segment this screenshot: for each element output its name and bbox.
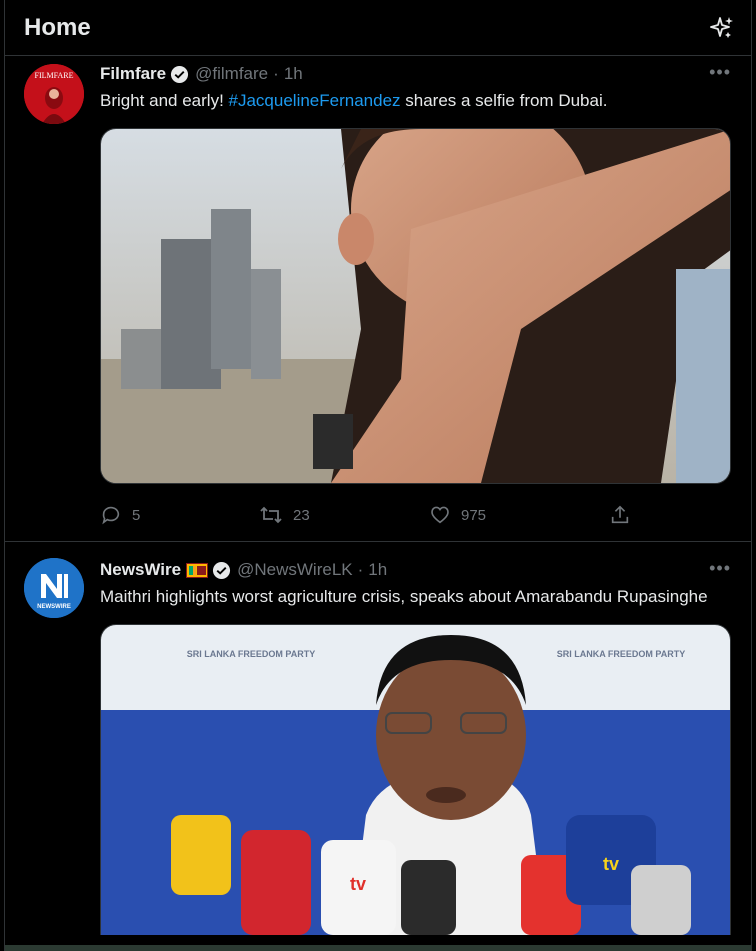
tweet-newswire[interactable]: NEWSWIRE NewsWire @NewsWireLK · 1h ••• M… bbox=[5, 542, 751, 951]
more-icon[interactable]: ••• bbox=[709, 62, 731, 83]
avatar-text: NEWSWIRE bbox=[37, 604, 71, 610]
tweet-meta: NewsWire @NewsWireLK · 1h ••• bbox=[100, 558, 731, 580]
verified-icon bbox=[212, 561, 231, 580]
author-handle[interactable]: @NewsWireLK bbox=[237, 560, 353, 580]
more-icon[interactable]: ••• bbox=[709, 558, 731, 579]
author-name[interactable]: NewsWire bbox=[100, 560, 181, 580]
tweet-time[interactable]: 1h bbox=[368, 560, 387, 580]
backdrop-text: SRI LANKA FREEDOM PARTY bbox=[557, 649, 686, 659]
tweet-text: Maithri highlights worst agriculture cri… bbox=[100, 587, 708, 606]
author-name[interactable]: Filmfare bbox=[100, 64, 166, 84]
tweet-image[interactable] bbox=[100, 128, 731, 484]
tweet-text: Bright and early! #JacquelineFernandez s… bbox=[100, 91, 608, 110]
hashtag-link[interactable]: #JacquelineFernandez bbox=[229, 91, 401, 110]
tweet-filmfare[interactable]: FILMFARE Filmfare @filmfare · 1h ••• Bri… bbox=[5, 56, 751, 542]
retweet-button[interactable]: 23 bbox=[259, 504, 429, 526]
like-count: 975 bbox=[461, 506, 487, 524]
avatar-text: FILMFARE bbox=[35, 71, 74, 80]
reply-icon bbox=[102, 506, 120, 525]
like-button[interactable]: 975 bbox=[429, 504, 609, 526]
verified-icon bbox=[170, 65, 189, 84]
mic-label: tv bbox=[350, 874, 366, 894]
mic-label: tv bbox=[603, 854, 619, 874]
tweet-meta: Filmfare @filmfare · 1h ••• bbox=[100, 62, 731, 84]
avatar[interactable]: NEWSWIRE bbox=[24, 558, 84, 618]
tweet-time[interactable]: 1h bbox=[284, 64, 303, 84]
tweet-image[interactable]: SRI LANKA FREEDOM PARTY SRI LANKA FREEDO… bbox=[100, 624, 731, 935]
retweet-count: 23 bbox=[293, 506, 310, 524]
backdrop-text: SRI LANKA FREEDOM PARTY bbox=[187, 649, 316, 659]
reply-button[interactable]: 5 bbox=[100, 504, 259, 526]
avatar[interactable]: FILMFARE bbox=[24, 64, 84, 124]
share-button[interactable] bbox=[609, 504, 631, 526]
page-title: Home bbox=[24, 13, 91, 41]
timeline: Home FILMFARE Filmfare @filmfare · 1h ••… bbox=[4, 0, 752, 951]
sparkle-icon[interactable] bbox=[709, 15, 735, 41]
sri-lanka-flag-icon bbox=[186, 562, 209, 578]
heart-icon bbox=[431, 506, 449, 524]
reply-count: 5 bbox=[132, 506, 141, 524]
retweet-icon bbox=[260, 506, 282, 524]
home-header: Home bbox=[5, 0, 751, 56]
share-icon bbox=[611, 505, 629, 524]
bottom-bar bbox=[5, 945, 751, 951]
author-handle[interactable]: @filmfare bbox=[195, 64, 268, 84]
